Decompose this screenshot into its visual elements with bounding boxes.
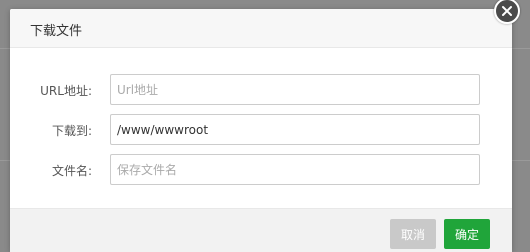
close-icon <box>502 6 512 16</box>
form-row-url: URL地址: <box>10 74 512 106</box>
path-label: 下载到: <box>51 124 92 138</box>
dialog-header: 下载文件 <box>10 9 512 48</box>
url-input[interactable] <box>110 74 480 105</box>
path-input[interactable] <box>110 114 480 145</box>
dialog-footer: 取消 确定 <box>10 208 512 252</box>
filename-label: 文件名: <box>51 164 92 178</box>
cancel-button[interactable]: 取消 <box>390 219 436 249</box>
download-file-dialog: 下载文件 URL地址: 下载到: 文件名: 取消 确定 <box>10 9 512 252</box>
form-row-filename: 文件名: <box>10 154 512 186</box>
form-row-path: 下载到: <box>10 114 512 146</box>
dialog-title: 下载文件 <box>30 24 83 39</box>
filename-input[interactable] <box>110 154 480 185</box>
confirm-button[interactable]: 确定 <box>444 219 490 249</box>
url-label: URL地址: <box>40 84 92 98</box>
